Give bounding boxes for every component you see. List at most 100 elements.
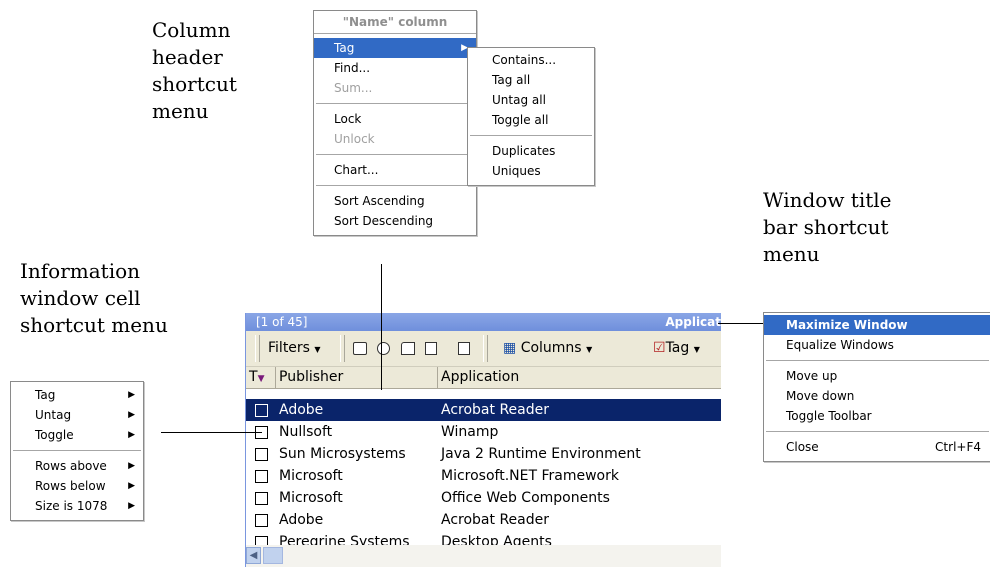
window-title-bar[interactable]: [1 of 45] Applicat: [246, 313, 721, 331]
menu-item-sort-ascending[interactable]: Sort Ascending: [314, 191, 476, 211]
caption-line: bar shortcut: [763, 215, 889, 239]
menu-item-tag-all[interactable]: Tag all: [468, 70, 594, 90]
application-cell: Acrobat Reader: [441, 402, 549, 418]
tag-check-icon: ☑: [653, 340, 666, 356]
record-counter: [1 of 45]: [256, 315, 308, 329]
callout-line-column-menu: [381, 264, 382, 390]
sort-indicator-icon: ▼: [257, 374, 265, 384]
scroll-thumb[interactable]: [263, 547, 283, 564]
dropdown-arrow-icon: ▼: [586, 345, 593, 354]
columns-button[interactable]: ▦ Columns ▼: [503, 337, 592, 359]
window-icon[interactable]: [353, 342, 367, 355]
application-cell: Winamp: [441, 424, 499, 440]
menu-item-rows-below[interactable]: Rows below ▶: [11, 476, 143, 496]
caption-line: header: [152, 45, 223, 69]
menu-item-contains[interactable]: Contains...: [468, 50, 594, 70]
menu-item-label: Toggle: [35, 428, 74, 442]
column-header-publisher[interactable]: Publisher: [276, 367, 438, 388]
publisher-cell: Nullsoft: [279, 424, 333, 440]
menu-separator: [316, 154, 474, 155]
menu-item-uniques[interactable]: Uniques: [468, 161, 594, 181]
menu-item-toggle-all[interactable]: Toggle all: [468, 110, 594, 130]
target-icon[interactable]: [377, 342, 390, 355]
menu-item-rows-above[interactable]: Rows above ▶: [11, 456, 143, 476]
horizontal-scrollbar[interactable]: ◀: [246, 545, 721, 567]
menu-item-equalize-windows[interactable]: Equalize Windows: [764, 335, 990, 355]
publisher-cell: Microsoft: [279, 468, 343, 484]
submenu-arrow-icon: ▶: [128, 461, 135, 471]
column-header-tag[interactable]: T▼: [246, 367, 276, 388]
caption-line: shortcut menu: [20, 313, 168, 337]
table-row[interactable]: Adobe Acrobat Reader: [246, 509, 721, 531]
caption-window-title-menu: Window title bar shortcut menu: [763, 187, 892, 268]
shortcut-label: Ctrl+F4: [935, 440, 981, 454]
menu-item-size[interactable]: Size is 1078 ▶: [11, 496, 143, 516]
application-cell: Office Web Components: [441, 490, 610, 506]
menu-item-untag[interactable]: Untag ▶: [11, 405, 143, 425]
folder-icon[interactable]: [401, 342, 415, 355]
filters-label: Filters: [268, 340, 310, 356]
scroll-left-arrow-icon[interactable]: ◀: [246, 547, 261, 564]
caption-line: menu: [763, 242, 820, 266]
report-icon[interactable]: [458, 342, 470, 355]
submenu-arrow-icon: ▶: [128, 430, 135, 440]
column-header-application[interactable]: Application: [438, 367, 721, 388]
publisher-cell: Sun Microsystems: [279, 446, 406, 462]
row-checkbox[interactable]: [255, 470, 268, 483]
row-checkbox[interactable]: [255, 404, 268, 417]
menu-item-toggle-toolbar[interactable]: Toggle Toolbar: [764, 406, 990, 426]
tag-label: Tag: [665, 340, 690, 356]
row-checkbox[interactable]: [255, 448, 268, 461]
menu-item-lock[interactable]: Lock: [314, 109, 476, 129]
submenu-arrow-icon: ▶: [128, 481, 135, 491]
tag-button[interactable]: ☑Tag ▼: [653, 337, 700, 359]
column-header-label: T: [249, 369, 258, 385]
table-row[interactable]: Adobe Acrobat Reader: [246, 399, 721, 421]
menu-item-sort-descending[interactable]: Sort Descending: [314, 211, 476, 231]
toolbar-grip[interactable]: [255, 335, 260, 362]
submenu-arrow-icon: ▶: [128, 390, 135, 400]
caption-info-cell-menu: Information window cell shortcut menu: [20, 258, 168, 339]
table-row[interactable]: Sun Microsystems Java 2 Runtime Environme…: [246, 443, 721, 465]
row-checkbox[interactable]: [255, 514, 268, 527]
menu-item-find[interactable]: Find...: [314, 58, 476, 78]
menu-item-sum: Sum...: [334, 81, 373, 95]
menu-item-duplicates[interactable]: Duplicates: [468, 141, 594, 161]
menu-item-toggle[interactable]: Toggle ▶: [11, 425, 143, 445]
menu-item-chart[interactable]: Chart...: [314, 160, 476, 180]
caption-line: Column: [152, 18, 231, 42]
cell-shortcut-menu: Tag ▶ Untag ▶ Toggle ▶ Rows above ▶ Rows bel…: [10, 381, 144, 521]
menu-item-label: Rows below: [35, 479, 106, 493]
menu-item-label: Close: [786, 440, 819, 454]
table-row[interactable]: Microsoft Microsoft.NET Framework: [246, 465, 721, 487]
table-row[interactable]: Microsoft Office Web Components: [246, 487, 721, 509]
menu-item-maximize-window[interactable]: Maximize Window: [764, 315, 990, 335]
filters-button[interactable]: Filters ▼: [268, 337, 321, 359]
dropdown-arrow-icon: ▼: [314, 345, 321, 354]
menu-item-label: Untag: [35, 408, 72, 422]
menu-item-label: Rows above: [35, 459, 107, 473]
caption-line: shortcut: [152, 72, 237, 96]
menu-item-move-up[interactable]: Move up: [764, 366, 990, 386]
row-checkbox[interactable]: [255, 492, 268, 505]
caption-column-header-menu: Column header shortcut menu: [152, 17, 237, 125]
menu-item-close[interactable]: Close Ctrl+F4: [764, 437, 990, 457]
menu-item-tag[interactable]: Tag ▶: [314, 38, 476, 58]
menu-separator: [766, 431, 989, 432]
menu-item-move-down[interactable]: Move down: [764, 386, 990, 406]
dropdown-arrow-icon: ▼: [693, 345, 700, 354]
table-row[interactable]: Nullsoft Winamp: [246, 421, 721, 443]
publisher-cell: Microsoft: [279, 490, 343, 506]
caption-line: Information: [20, 259, 141, 283]
window-title: Applicat: [665, 315, 721, 329]
page-icon[interactable]: [425, 342, 437, 355]
column-header-menu: "Name" column Tag ▶ Find... Sum... Lock U…: [313, 10, 477, 236]
menu-item-tag[interactable]: Tag ▶: [11, 385, 143, 405]
menu-item-untag-all[interactable]: Untag all: [468, 90, 594, 110]
application-cell: Acrobat Reader: [441, 512, 549, 528]
column-menu-title: "Name" column: [314, 11, 476, 34]
menu-item-label: Size is 1078: [35, 499, 108, 513]
columns-icon: ▦: [503, 340, 517, 356]
caption-line: window cell: [20, 286, 141, 310]
toolbar: Filters ▼ ▦ Columns ▼ ☑Tag ▼: [246, 331, 721, 367]
